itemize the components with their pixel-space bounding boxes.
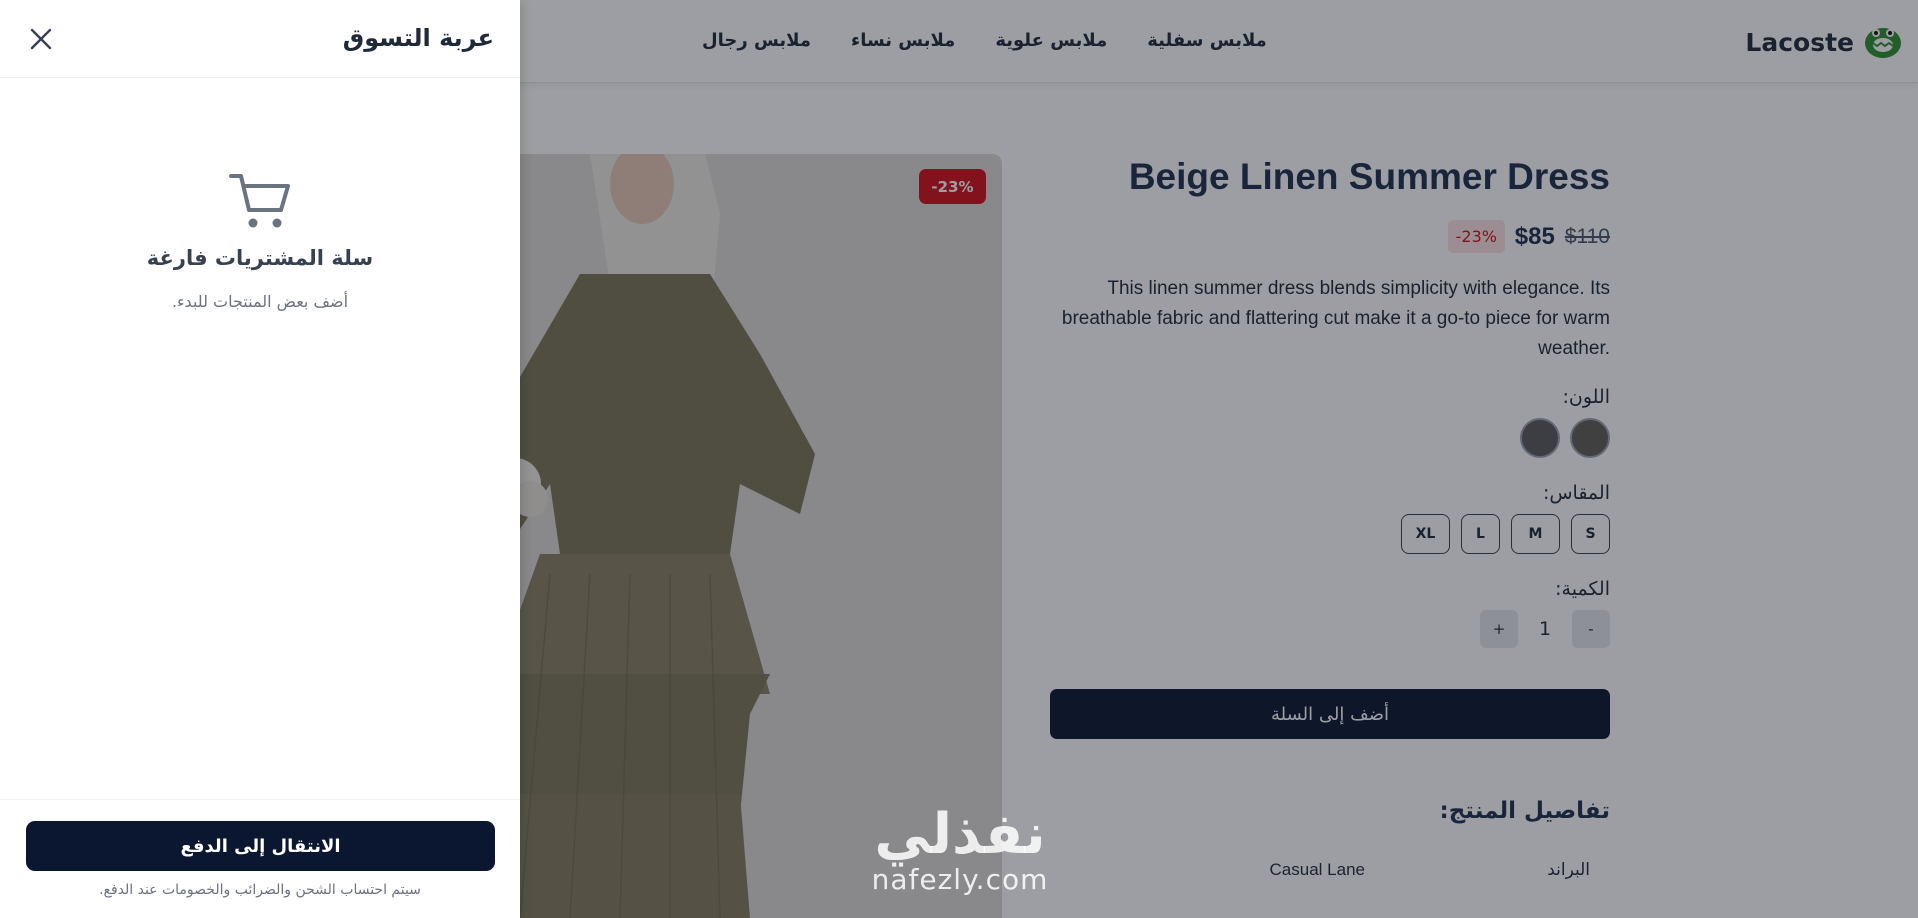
watermark-latin: nafezly.com: [871, 863, 1049, 896]
watermark-arabic: نفذلي: [874, 802, 1046, 867]
cart-drawer: عربة التسوق سلة المشتريات فارغة أضف بعض …: [0, 0, 520, 918]
checkout-note: سيتم احتساب الشحن والضرائب والخصومات عند…: [99, 882, 421, 898]
empty-cart-subtitle: أضف بعض المنتجات للبدء.: [171, 292, 349, 311]
cart-title: عربة التسوق: [342, 24, 494, 52]
checkout-button[interactable]: الانتقال إلى الدفع: [26, 821, 495, 871]
empty-cart-title: سلة المشتريات فارغة: [146, 246, 374, 270]
empty-cart-state: سلة المشتريات فارغة أضف بعض المنتجات للب…: [0, 170, 520, 311]
close-icon[interactable]: [28, 26, 54, 52]
cart-footer: الانتقال إلى الدفع سيتم احتساب الشحن وال…: [0, 799, 520, 918]
cart-header: عربة التسوق: [0, 0, 520, 78]
watermark: نفذلي nafezly.com: [845, 805, 1075, 895]
shopping-cart-icon: [229, 174, 290, 228]
